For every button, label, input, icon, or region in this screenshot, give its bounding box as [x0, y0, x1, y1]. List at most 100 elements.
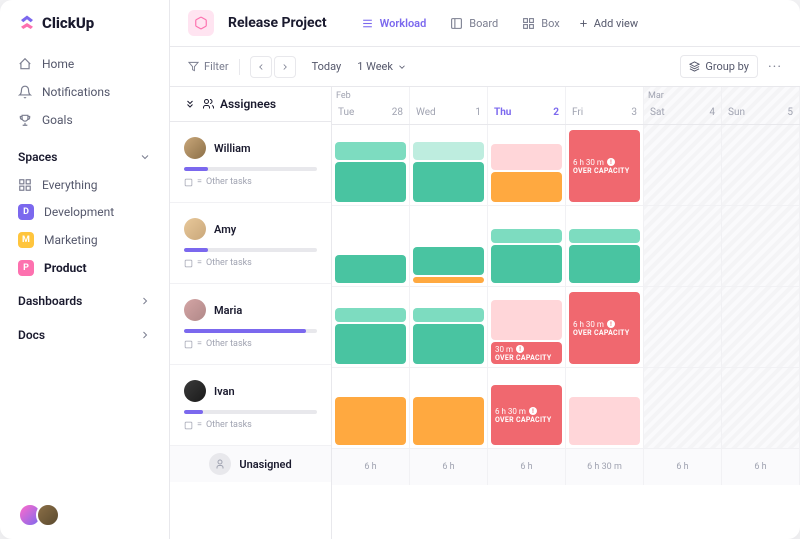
other-tasks-toggle[interactable]: =Other tasks — [184, 258, 317, 268]
warning-icon: ! — [516, 345, 524, 353]
space-everything[interactable]: Everything — [0, 172, 169, 198]
bell-icon — [18, 85, 32, 99]
calendar-cell[interactable] — [644, 125, 722, 205]
view-workload[interactable]: Workload — [351, 13, 437, 34]
other-tasks-toggle[interactable]: =Other tasks — [184, 420, 317, 430]
day-header: Sun5 — [722, 87, 800, 124]
capacity-bar — [184, 410, 317, 414]
groupby-button[interactable]: Group by — [680, 55, 758, 78]
view-board[interactable]: Board — [440, 13, 508, 34]
nav-goals[interactable]: Goals — [0, 106, 169, 134]
chevron-right-icon — [139, 329, 151, 341]
calendar-cell[interactable] — [410, 287, 488, 367]
calendar-cell[interactable] — [722, 206, 800, 286]
chevron-down-icon — [397, 62, 407, 72]
avatar — [184, 380, 206, 402]
assignee-row[interactable]: Ivan =Other tasks — [170, 365, 331, 446]
space-product[interactable]: P Product — [0, 254, 169, 282]
total-cell: 6 h — [488, 449, 566, 485]
overcapacity-block: 6 h 30 m!OVER CAPACITY — [491, 385, 562, 445]
overcapacity-block: 30 m!OVER CAPACITY — [491, 342, 562, 364]
box-icon — [522, 17, 535, 30]
add-view-button[interactable]: Add view — [578, 17, 638, 30]
calendar-cell[interactable] — [722, 368, 800, 448]
project-icon — [188, 10, 214, 36]
overcapacity-block: 6 h 30 m!OVER CAPACITY — [569, 130, 640, 202]
calendar-cell[interactable] — [410, 368, 488, 448]
plus-icon — [578, 18, 589, 29]
brand-logo[interactable]: ClickUp — [0, 0, 169, 46]
calendar-cell[interactable] — [332, 125, 410, 205]
range-selector[interactable]: 1 Week — [357, 60, 407, 73]
calendar-cell[interactable] — [722, 125, 800, 205]
avatar — [184, 218, 206, 240]
docs-header[interactable]: Docs — [0, 316, 169, 350]
warning-icon: ! — [607, 320, 615, 328]
calendar-cell[interactable]: 30 m!OVER CAPACITY — [488, 287, 566, 367]
person-icon — [209, 453, 231, 475]
brand-name: ClickUp — [42, 14, 94, 32]
capacity-bar — [184, 167, 317, 171]
other-tasks-toggle[interactable]: =Other tasks — [184, 339, 317, 349]
calendar-cell[interactable]: 6 h 30 m!OVER CAPACITY — [488, 368, 566, 448]
prev-button[interactable] — [250, 56, 272, 78]
topbar: Release Project Workload Board Box Add v… — [170, 0, 800, 47]
day-header: MarSat4 — [644, 87, 722, 124]
calendar-cell[interactable]: 6 h 30 m!OVER CAPACITY — [566, 287, 644, 367]
assignee-row[interactable]: William =Other tasks — [170, 122, 331, 203]
calendar-cell[interactable] — [332, 206, 410, 286]
assignee-row[interactable]: Maria =Other tasks — [170, 284, 331, 365]
layers-icon — [689, 61, 700, 72]
avatar — [184, 137, 206, 159]
space-marketing[interactable]: M Marketing — [0, 226, 169, 254]
calendar-cell[interactable] — [644, 368, 722, 448]
chevron-down-icon — [139, 151, 151, 163]
calendar-cell[interactable] — [488, 125, 566, 205]
calendar-cell[interactable] — [644, 206, 722, 286]
dashboards-header[interactable]: Dashboards — [0, 282, 169, 316]
spaces-header[interactable]: Spaces — [0, 138, 169, 172]
user-avatar — [36, 503, 60, 527]
calendar-cell[interactable] — [410, 125, 488, 205]
total-cell: 6 h 30 m — [566, 449, 644, 485]
more-button[interactable]: ··· — [768, 59, 782, 75]
capacity-bar — [184, 329, 317, 333]
calendar-cell[interactable] — [332, 368, 410, 448]
calendar-cell[interactable] — [644, 287, 722, 367]
other-tasks-toggle[interactable]: =Other tasks — [184, 177, 317, 187]
checkbox-icon — [184, 340, 193, 349]
filter-button[interactable]: Filter — [188, 60, 229, 73]
today-button[interactable]: Today — [306, 60, 348, 73]
view-box[interactable]: Box — [512, 13, 569, 34]
assignee-row[interactable]: Amy =Other tasks — [170, 203, 331, 284]
assignee-header[interactable]: Assignees — [170, 87, 331, 122]
day-header: Fri3 — [566, 87, 644, 124]
warning-icon: ! — [607, 158, 615, 166]
calendar-row: 6 h 30 m!OVER CAPACITY — [332, 125, 800, 206]
day-header: FebTue28 — [332, 87, 410, 124]
sidebar-footer[interactable] — [18, 503, 60, 527]
next-button[interactable] — [274, 56, 296, 78]
calendar-header: FebTue28 Wed1 Thu2 Fri3 MarSat4 Sun5 — [332, 87, 800, 125]
calendar-cell[interactable] — [488, 206, 566, 286]
total-cell: 6 h — [410, 449, 488, 485]
chevron-left-icon — [256, 62, 266, 72]
space-badge: D — [18, 204, 34, 220]
calendar-cell[interactable] — [410, 206, 488, 286]
checkbox-icon — [184, 178, 193, 187]
avatar — [184, 299, 206, 321]
space-development[interactable]: D Development — [0, 198, 169, 226]
unassigned-row[interactable]: Unasigned — [170, 446, 331, 482]
calendar-cell[interactable] — [566, 206, 644, 286]
calendar-cell[interactable]: 6 h 30 m!OVER CAPACITY — [566, 125, 644, 205]
nav-home[interactable]: Home — [0, 50, 169, 78]
project-title: Release Project — [228, 15, 327, 31]
calendar-cell[interactable] — [566, 368, 644, 448]
calendar-cell[interactable] — [332, 287, 410, 367]
filter-icon — [188, 61, 199, 72]
calendar-body: 6 h 30 m!OVER CAPACITY — [332, 125, 800, 539]
chevron-right-icon — [280, 62, 290, 72]
calendar: FebTue28 Wed1 Thu2 Fri3 MarSat4 Sun5 6 h… — [332, 87, 800, 539]
calendar-cell[interactable] — [722, 287, 800, 367]
nav-notifications[interactable]: Notifications — [0, 78, 169, 106]
